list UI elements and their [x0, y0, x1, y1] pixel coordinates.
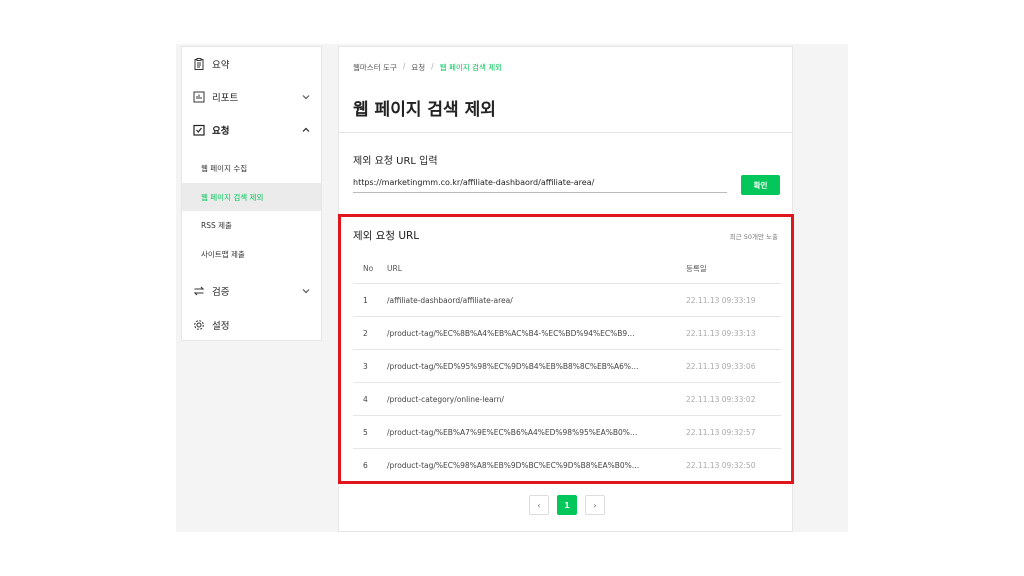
- table-header-url: URL: [387, 263, 402, 273]
- table-header-date: 등록일: [686, 263, 707, 273]
- table-row: 3 /product-tag/%ED%95%98%EC%9D%B4%EB%B8%…: [353, 349, 781, 382]
- row-no: 2: [363, 329, 368, 338]
- breadcrumb-separator: /: [431, 62, 434, 71]
- row-no: 1: [363, 296, 368, 305]
- divider: [339, 132, 792, 133]
- sidebar-item-label: 리포트: [212, 93, 239, 104]
- breadcrumb-item[interactable]: 요청: [411, 62, 425, 73]
- sidebar-item-label: 검증: [212, 287, 230, 298]
- breadcrumb-separator: /: [402, 62, 406, 71]
- breadcrumb-current: 웹 페이지 검색 제외: [439, 63, 503, 72]
- input-section-title: 제외 요청 URL 입력: [353, 156, 438, 167]
- table-row: 1 /affiliate-dashbaord/affiliate-area/ 2…: [353, 283, 781, 316]
- row-url: /product-category/online-learn/: [387, 395, 504, 404]
- pagination: ‹ 1 ›: [529, 495, 605, 515]
- sidebar: 요약 리포트 요청 웹 페이지 수집 웹 페이지 검색 제외 RSS 제출 사이…: [181, 46, 322, 341]
- row-no: 4: [363, 395, 368, 404]
- row-no: 6: [363, 461, 368, 470]
- breadcrumb-item[interactable]: 웹마스터 도구: [353, 62, 397, 73]
- clipboard-icon: [193, 58, 205, 70]
- list-section-title: 제외 요청 URL: [353, 230, 420, 242]
- row-date: 22.11.13 09:33:02: [686, 395, 756, 404]
- gear-icon: [193, 319, 205, 331]
- chevron-down-icon: [301, 92, 311, 102]
- sidebar-item-summary[interactable]: 요약: [182, 50, 321, 78]
- sidebar-item-label: 요청: [212, 126, 230, 137]
- row-date: 22.11.13 09:32:50: [686, 461, 756, 470]
- sidebar-item-request[interactable]: 요청: [182, 116, 321, 144]
- table-row: 2 /product-tag/%EC%8B%A4%EB%AC%B4-%EC%BD…: [353, 316, 781, 349]
- sidebar-subitem-sitemap-submit[interactable]: 사이트맵 제출: [182, 240, 321, 268]
- chevron-down-icon: [301, 286, 311, 296]
- prev-page-button[interactable]: ‹: [529, 495, 549, 515]
- next-page-button[interactable]: ›: [585, 495, 605, 515]
- row-no: 3: [363, 362, 368, 371]
- sidebar-item-verify[interactable]: 검증: [182, 277, 321, 305]
- breadcrumb: 웹마스터 도구 / 요청 / 웹 페이지 검색 제외: [353, 62, 502, 73]
- sidebar-subitem-search-exclude[interactable]: 웹 페이지 검색 제외: [182, 183, 321, 211]
- sidebar-item-label: 설정: [212, 321, 230, 332]
- sidebar-subitem-rss-submit[interactable]: RSS 제출: [182, 211, 321, 239]
- check-box-icon: [193, 124, 205, 136]
- main-panel: 웹마스터 도구 / 요청 / 웹 페이지 검색 제외 웹 페이지 검색 제외 제…: [338, 46, 793, 532]
- row-url: /product-tag/%ED%95%98%EC%9D%B4%EB%B8%8C…: [387, 362, 639, 371]
- row-date: 22.11.13 09:33:19: [686, 296, 756, 305]
- swap-icon: [193, 285, 205, 297]
- row-url: /product-tag/%EC%8B%A4%EB%AC%B4-%EC%BD%9…: [387, 329, 635, 338]
- row-url: /product-tag/%EC%98%A8%EB%9D%BC%EC%9D%B8…: [387, 461, 640, 470]
- row-url: /affiliate-dashbaord/affiliate-area/: [387, 296, 513, 305]
- table-header-no: No: [363, 263, 374, 273]
- chart-icon: [193, 91, 205, 103]
- table-row: 6 /product-tag/%EC%98%A8%EB%9D%BC%EC%9D%…: [353, 448, 781, 481]
- row-date: 22.11.13 09:32:57: [686, 428, 756, 437]
- sidebar-item-settings[interactable]: 설정: [182, 311, 321, 339]
- list-note: 최근 50개만 노출: [729, 233, 778, 241]
- page-title: 웹 페이지 검색 제외: [353, 100, 496, 120]
- sidebar-item-label: 요약: [212, 60, 230, 71]
- row-date: 22.11.13 09:33:13: [686, 329, 756, 338]
- page-button-current[interactable]: 1: [557, 495, 577, 515]
- table-row: 5 /product-tag/%EB%A7%9E%EC%B6%A4%ED%98%…: [353, 415, 781, 448]
- sidebar-item-report[interactable]: 리포트: [182, 83, 321, 111]
- confirm-button[interactable]: 확인: [741, 175, 780, 195]
- chevron-up-icon: [301, 125, 311, 135]
- table-row: 4 /product-category/online-learn/ 22.11.…: [353, 382, 781, 415]
- row-url: /product-tag/%EB%A7%9E%EC%B6%A4%ED%98%95…: [387, 428, 638, 437]
- exclude-url-input[interactable]: [353, 173, 727, 193]
- row-no: 5: [363, 428, 368, 437]
- sidebar-subitem-page-collect[interactable]: 웹 페이지 수집: [182, 154, 321, 182]
- row-date: 22.11.13 09:33:06: [686, 362, 756, 371]
